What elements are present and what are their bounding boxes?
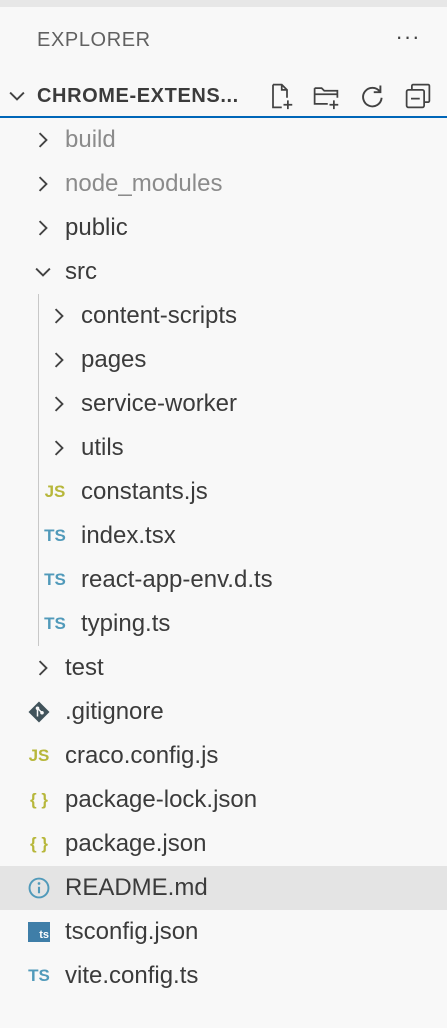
js-icon: JS <box>44 482 66 501</box>
workspace-title: CHROME-EXTENS... <box>37 85 239 107</box>
tree-item-label: test <box>65 654 104 681</box>
tree-folder-row[interactable]: node_modules <box>0 162 447 206</box>
refresh-icon <box>362 85 383 108</box>
collapse-all-icon <box>405 83 431 109</box>
explorer-title: EXPLORER <box>37 29 151 51</box>
tree-item-label: index.tsx <box>81 522 176 549</box>
tree-item-label: package.json <box>65 830 207 857</box>
chevron-down-icon <box>9 91 25 101</box>
tree-item-label: craco.config.js <box>65 742 219 769</box>
explorer-actions <box>266 80 447 112</box>
tree-item-label: build <box>65 126 116 153</box>
collapse-all-button[interactable] <box>404 80 447 112</box>
tree-item-label: public <box>65 214 128 241</box>
new-file-icon <box>272 83 293 110</box>
ts-icon: TS <box>28 966 50 985</box>
tree-item-label: package-lock.json <box>65 786 258 813</box>
tree-folder-row[interactable]: content-scripts <box>0 294 447 338</box>
chevron-right-icon <box>54 352 64 368</box>
top-border <box>0 0 447 7</box>
ts-icon: TS <box>44 614 66 633</box>
tree-file-row[interactable]: TS index.tsx <box>0 514 447 558</box>
more-actions-icon[interactable]: ··· <box>388 22 428 56</box>
tsconfig-icon: ts <box>28 922 50 942</box>
ts-icon: TS <box>44 526 66 545</box>
git-icon <box>28 701 50 723</box>
tree-item-label: typing.ts <box>81 610 171 637</box>
tree-file-row[interactable]: TS react-app-env.d.ts <box>0 558 447 602</box>
info-icon <box>28 877 50 899</box>
tree-item-label: utils <box>81 434 124 461</box>
chevron-right-icon <box>38 220 48 236</box>
tree-file-row[interactable]: JS constants.js <box>0 470 447 514</box>
chevron-right-icon <box>54 396 64 412</box>
ts-icon: TS <box>44 570 66 589</box>
workspace-section-header[interactable]: CHROME-EXTENS... <box>0 74 447 118</box>
tree-folder-row[interactable]: pages <box>0 338 447 382</box>
chevron-right-icon <box>54 308 64 324</box>
refresh-button[interactable] <box>358 80 404 112</box>
chevron-right-icon <box>38 660 48 676</box>
chevron-right-icon <box>38 176 48 192</box>
tree-item-label: .gitignore <box>65 698 164 725</box>
new-folder-button[interactable] <box>312 80 358 112</box>
chevron-right-icon <box>38 132 48 148</box>
tree-item-label: tsconfig.json <box>65 918 199 945</box>
new-file-button[interactable] <box>266 80 312 112</box>
tree-file-row[interactable]: TS typing.ts <box>0 602 447 646</box>
tree-file-row[interactable]: { } package.json <box>0 822 447 866</box>
tree-file-row[interactable]: TS vite.config.ts <box>0 954 447 998</box>
tree-file-row[interactable]: JS craco.config.js <box>0 734 447 778</box>
tree-folder-row[interactable]: build <box>0 118 447 162</box>
explorer-header: EXPLORER ··· <box>0 18 447 62</box>
new-folder-icon <box>313 87 339 110</box>
tree-item-label: react-app-env.d.ts <box>81 566 273 593</box>
tree-item-label: pages <box>81 346 147 373</box>
tree-file-row[interactable]: ts tsconfig.json <box>0 910 447 954</box>
tree-item-label: src <box>65 258 97 285</box>
tree-folder-row[interactable]: service-worker <box>0 382 447 426</box>
tree-item-label: service-worker <box>81 390 238 417</box>
tree-item-label: node_modules <box>65 170 223 197</box>
tree-item-label: constants.js <box>81 478 208 505</box>
tree-folder-row[interactable]: src <box>0 250 447 294</box>
chevron-right-icon <box>54 440 64 456</box>
json-icon: { } <box>30 790 48 809</box>
json-icon: { } <box>30 834 48 853</box>
tree-item-label: vite.config.ts <box>65 962 199 989</box>
tree-file-row[interactable]: .gitignore <box>0 690 447 734</box>
chevron-down-icon <box>35 267 51 277</box>
tree-item-label: content-scripts <box>81 302 238 329</box>
tree-folder-row[interactable]: public <box>0 206 447 250</box>
tree-item-label: README.md <box>65 874 208 901</box>
tree-folder-row[interactable]: test <box>0 646 447 690</box>
js-icon: JS <box>28 746 50 765</box>
tree-file-row[interactable]: README.md <box>0 866 447 910</box>
tree-folder-row[interactable]: utils <box>0 426 447 470</box>
tree-file-row[interactable]: { } package-lock.json <box>0 778 447 822</box>
